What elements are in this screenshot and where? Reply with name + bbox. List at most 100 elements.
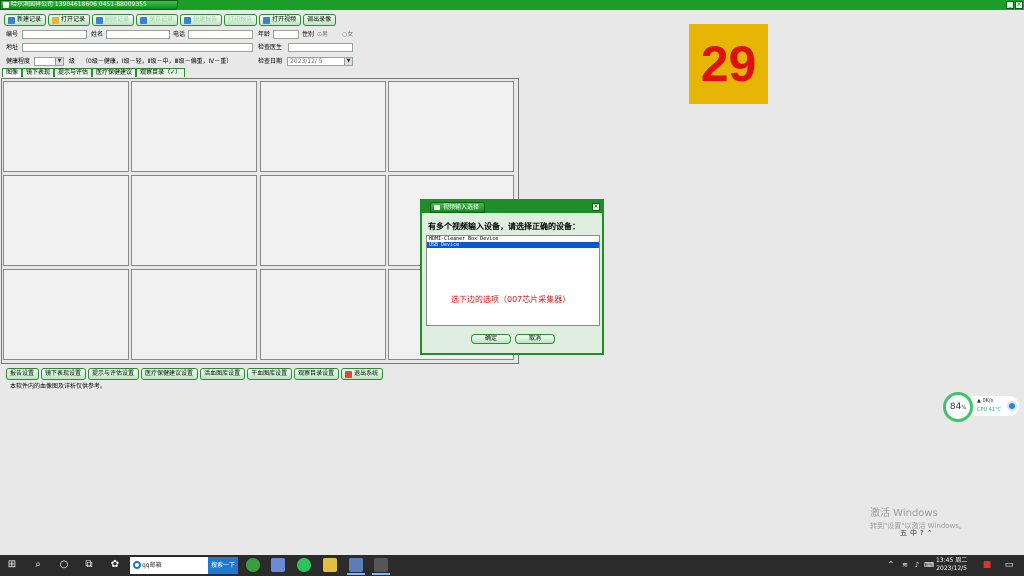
image-slot[interactable] [260,175,386,266]
tray-clock[interactable]: 13:45 周二 2023/12/5 [936,557,967,573]
chevron-down-icon: ▼ [344,58,352,65]
phone-field[interactable] [188,30,253,39]
address-field[interactable] [22,43,253,52]
browser-search-button[interactable]: 搜索一下 [208,557,238,574]
cancel-button[interactable]: 取消 [515,334,555,344]
activation-watermark: 激活 Windows 转到"设置"以激活 Windows。 [870,508,966,530]
notification-icon[interactable]: ▭ [1002,558,1016,572]
window-title: 哈尔滨国祥公司 13904618606 0451-88009355 [11,1,147,8]
security-tray-icon[interactable]: ■ [980,558,994,572]
video-input-dialog: 视频输入选择 × 有多个视频输入设备，请选择正确的设备： HDMI-Cleane… [420,199,604,355]
dialog-title-bar: 视频输入选择 × [422,201,602,213]
microscope-app-icon[interactable] [372,558,390,575]
tab-findings[interactable]: 镜下表现 [22,68,55,77]
app-icon [3,2,9,8]
dialog-title: 视频输入选择 [443,204,480,211]
dry-blood-library-button[interactable]: 干血图库设置 [247,368,293,380]
widget-icon[interactable]: ✿ [108,558,122,572]
age-label: 年龄 [258,31,271,38]
report-settings-button[interactable]: 报告设置 [6,368,40,380]
ime-mode-wubi[interactable]: 五 [900,528,907,538]
image-slot[interactable] [131,269,257,360]
delete-record-button[interactable]: 删除记录 [92,14,135,26]
image-slot[interactable] [3,269,129,360]
doctor-field[interactable] [288,43,353,52]
level-hint: （0级－健康，Ⅰ级－轻，Ⅱ级－中，Ⅲ级－偏重，Ⅳ－重） [82,58,233,65]
video-icon [263,16,271,24]
step-number-badge: 29 [689,24,768,104]
task-view-icon[interactable]: ⧉ [82,558,96,572]
notepad-icon[interactable] [323,558,337,572]
observation-list-settings-button[interactable]: 观察目录设置 [294,368,340,380]
tab-observation-list[interactable]: 观察目录（✓） [136,68,186,77]
ok-button[interactable]: 确定 [471,334,511,344]
age-field[interactable] [273,30,299,39]
name-label: 姓名 [91,31,104,38]
level-unit: 级 [69,58,76,65]
ime-help-icon[interactable]: ? [920,529,924,537]
open-video-button[interactable]: 打开视频 [259,14,302,26]
device-list[interactable]: HDMI-Cleaner Box Device USB Device 选下边的选… [426,235,600,326]
device-option-usb[interactable]: USB Device [427,242,599,248]
recall-recording-button[interactable]: 调出录像 [303,14,337,26]
image-slot[interactable] [260,81,386,172]
disclaimer-text: 本软件内的血像图及详析仅供参考。 [10,383,107,390]
minimize-icon[interactable]: _ [1006,1,1014,9]
date-field[interactable]: 2023/12/ 5 ▼ [287,57,353,66]
delete-icon [96,16,104,24]
print-report-button[interactable]: 打印报告 [224,14,258,26]
cortana-icon[interactable]: ○ [57,558,71,572]
wechat-icon[interactable] [297,558,311,572]
save-icon [140,16,148,24]
image-slot[interactable] [260,269,386,360]
main-toolbar: 新建记录 打开记录 删除记录 保存记录 快速报告 打印报告 打开视频 调出录像 [4,14,337,26]
keyboard-icon[interactable]: ⌨ [922,558,936,572]
exit-icon [345,370,353,378]
system-monitor-widget[interactable]: ▲ 0K/s CPU 41°C 84% [943,392,1021,422]
health-advice-settings-button[interactable]: 医疗保健建议设置 [141,368,199,380]
annotation-hint: 选下边的选项（007芯片采集器） [451,295,571,304]
tab-images[interactable]: 图像 [2,68,23,77]
image-slot[interactable] [131,175,257,266]
health-level-select[interactable]: ▼ [34,57,64,66]
blood-analysis-app-icon[interactable] [347,558,365,575]
gender-female-radio[interactable]: ○女 [342,30,353,39]
ime-bar: 五 中 ? ⌃ [900,528,933,537]
tab-assessment[interactable]: 提示与评估 [54,68,93,77]
close-window-icon[interactable]: × [1015,1,1023,9]
image-slot[interactable] [131,81,257,172]
ime-expand-icon[interactable]: ⌃ [927,529,933,537]
video-icon [434,205,440,210]
id-field[interactable] [22,30,87,39]
live-blood-library-button[interactable]: 活血图库设置 [200,368,246,380]
save-record-button[interactable]: 保存记录 [136,14,179,26]
quick-report-button[interactable]: 快速报告 [180,14,223,26]
tab-health-advice[interactable]: 医疗保健建议 [92,68,137,77]
findings-settings-button[interactable]: 镜下表现设置 [41,368,87,380]
image-slot[interactable] [3,81,129,172]
name-field[interactable] [106,30,170,39]
image-slot[interactable] [388,81,514,172]
tray-expand-icon[interactable]: ⌃ [884,558,898,572]
browser-search-input[interactable]: qq邮箱 [130,557,208,574]
date-label: 检查日期 [258,58,283,65]
memory-usage-ring: 84% [943,392,973,422]
windows-start-icon[interactable]: ⊞ [5,558,19,572]
open-record-button[interactable]: 打开记录 [48,14,91,26]
taskbar: ⊞ ⌕ ○ ⧉ ✿ qq邮箱 搜索一下 ⌃ ≋ ♪ ⌨ 13:45 周二 202… [0,555,1024,576]
ie-icon [133,561,141,569]
exit-system-button[interactable]: 退出系统 [341,368,384,380]
ime-mode-chinese[interactable]: 中 [910,528,917,538]
new-record-button[interactable]: 新建记录 [4,14,47,26]
monitor-app-icon [1007,401,1017,411]
app-window-icon[interactable] [271,558,285,572]
gender-label: 性别 [302,31,315,38]
gender-male-radio[interactable]: ⊙男 [317,30,328,39]
window-title-tab: 哈尔滨国祥公司 13904618606 0451-88009355 [0,0,178,10]
360-browser-icon[interactable] [246,558,260,572]
image-slot[interactable] [3,175,129,266]
close-icon[interactable]: × [592,203,600,211]
dialog-title-tab: 视频输入选择 [430,202,486,213]
assessment-settings-button[interactable]: 提示与评估设置 [88,368,140,380]
search-icon[interactable]: ⌕ [31,558,45,572]
